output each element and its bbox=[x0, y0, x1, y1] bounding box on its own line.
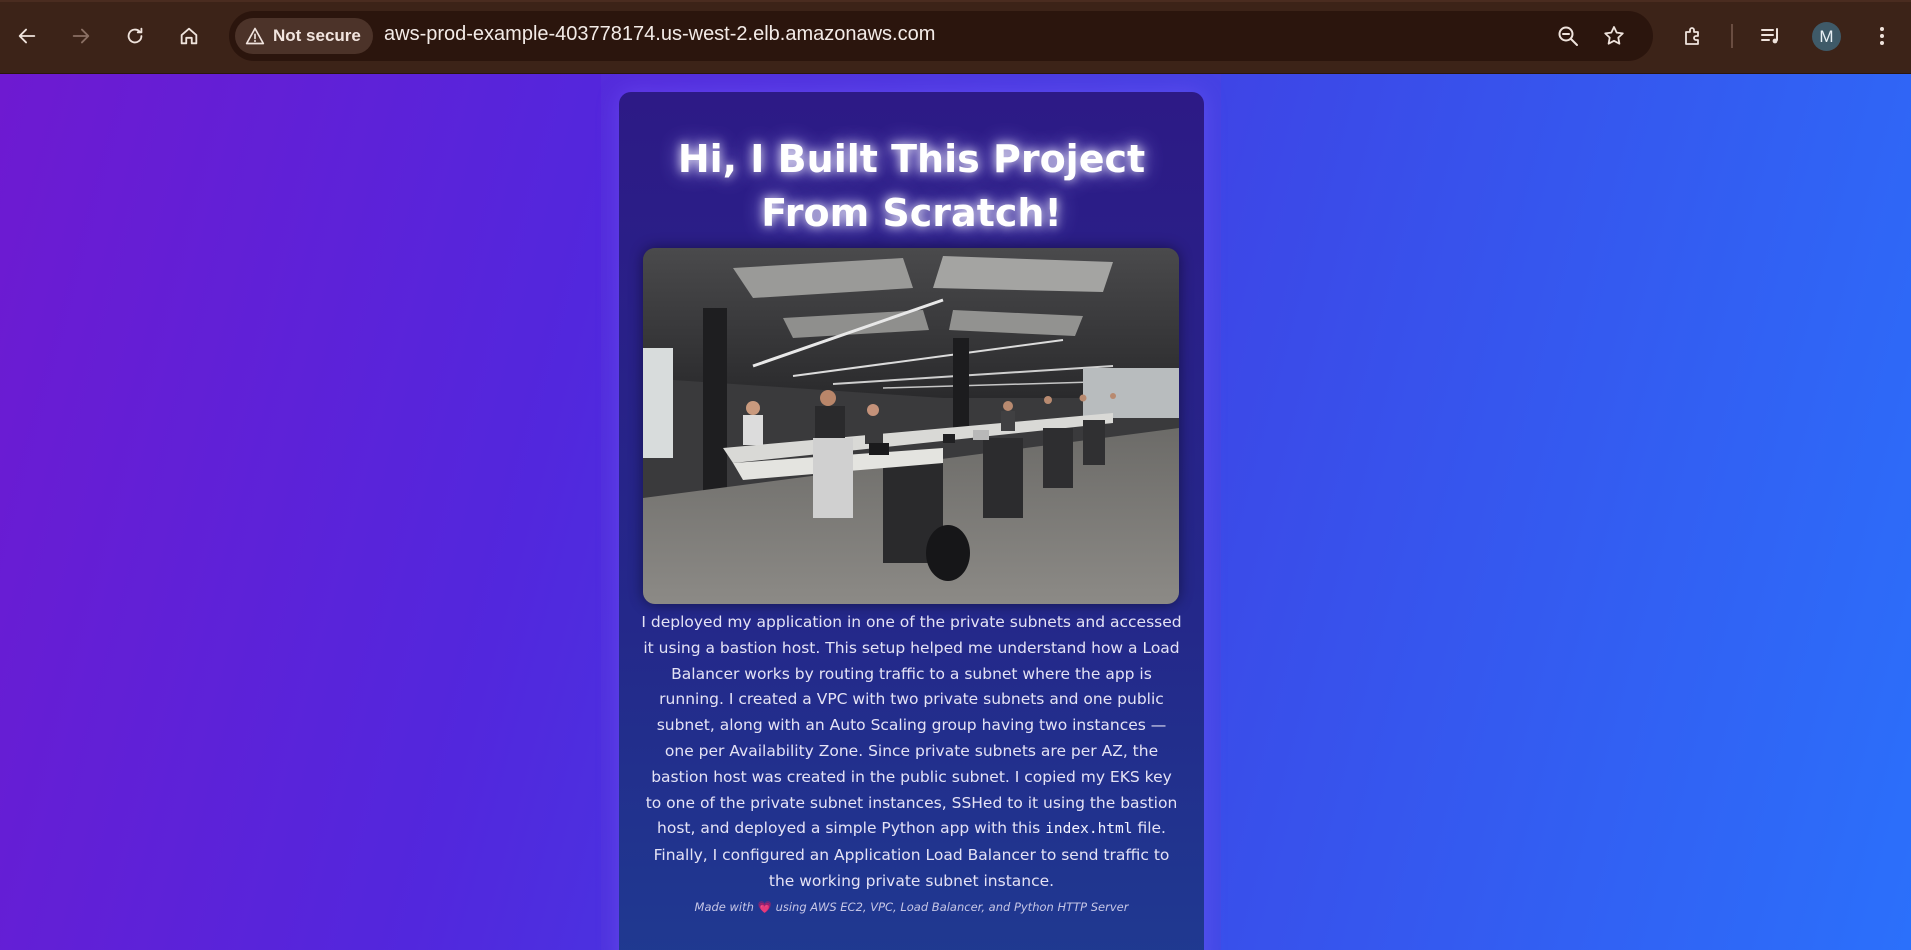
reload-icon bbox=[127, 27, 143, 44]
playlist-icon bbox=[1761, 28, 1778, 44]
browser-toolbar: Not secure aws-prod-example-403778174.us… bbox=[0, 0, 1911, 74]
description-code: index.html bbox=[1045, 821, 1133, 838]
description-text-1: I deployed my application in one of the … bbox=[641, 613, 1182, 838]
url-text[interactable]: aws-prod-example-403778174.us-west-2.elb… bbox=[384, 23, 935, 46]
page-title: Hi, I Built This Project From Scratch! bbox=[677, 137, 1146, 235]
footer-prefix: Made with bbox=[694, 900, 758, 914]
media-control-button[interactable] bbox=[1757, 22, 1785, 50]
project-card: Hi, I Built This Project From Scratch! I… bbox=[619, 92, 1204, 950]
star-icon bbox=[1604, 26, 1624, 45]
footer-suffix: using AWS EC2, VPC, Load Balancer, and P… bbox=[771, 900, 1129, 914]
project-description: I deployed my application in one of the … bbox=[641, 610, 1182, 895]
office-image bbox=[643, 248, 1179, 604]
page-footer: Made with 💗 using AWS EC2, VPC, Load Bal… bbox=[619, 900, 1204, 914]
more-vertical-icon bbox=[1880, 27, 1884, 45]
home-button[interactable] bbox=[171, 18, 207, 54]
toolbar-divider bbox=[1731, 24, 1733, 48]
security-label: Not secure bbox=[273, 26, 361, 45]
arrow-left-icon bbox=[18, 28, 36, 44]
puzzle-icon bbox=[1685, 27, 1699, 45]
home-icon bbox=[180, 27, 198, 45]
bookmark-button[interactable] bbox=[1601, 23, 1627, 49]
warning-icon bbox=[245, 27, 265, 45]
security-indicator[interactable]: Not secure bbox=[235, 18, 373, 54]
profile-avatar[interactable]: M bbox=[1812, 22, 1841, 51]
tab-strip-edge bbox=[0, 0, 1911, 2]
zoom-button[interactable] bbox=[1555, 23, 1581, 49]
extensions-button[interactable] bbox=[1679, 22, 1707, 50]
back-button[interactable] bbox=[9, 18, 45, 54]
office-photo bbox=[643, 248, 1179, 604]
heart-icon: 💗 bbox=[757, 900, 772, 914]
address-bar[interactable]: Not secure aws-prod-example-403778174.us… bbox=[229, 11, 1653, 61]
zoom-out-icon bbox=[1558, 26, 1578, 46]
page-viewport: Hi, I Built This Project From Scratch! I… bbox=[0, 74, 1911, 950]
forward-button[interactable] bbox=[63, 18, 99, 54]
reload-button[interactable] bbox=[117, 18, 153, 54]
arrow-right-icon bbox=[72, 28, 90, 44]
menu-button[interactable] bbox=[1868, 22, 1896, 50]
